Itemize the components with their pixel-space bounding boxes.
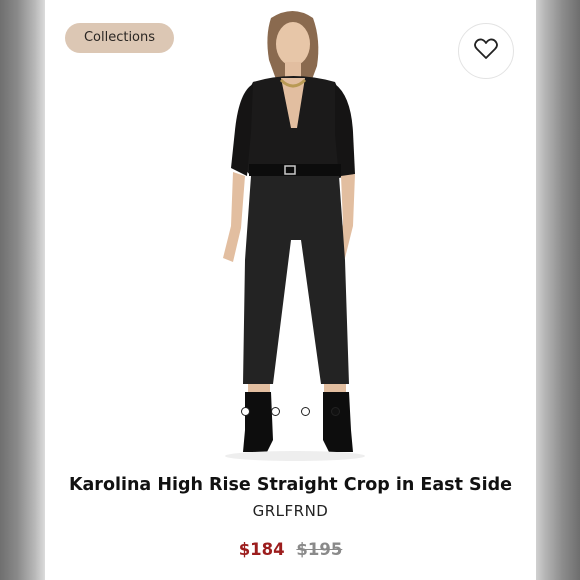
carousel-dot[interactable] — [301, 407, 310, 416]
favorite-button[interactable] — [458, 23, 514, 79]
original-price: $195 — [296, 540, 343, 559]
heart-outline-icon — [474, 38, 498, 64]
carousel-dot[interactable] — [241, 407, 250, 416]
carousel-dot[interactable] — [271, 407, 280, 416]
sale-price: $184 — [238, 540, 285, 559]
product-photo[interactable] — [45, 0, 536, 470]
product-card: Collections Karolina High Rise Straight … — [45, 0, 536, 580]
collections-badge[interactable]: Collections — [65, 23, 174, 53]
carousel-indicators — [45, 407, 536, 416]
product-title: Karolina High Rise Straight Crop in East… — [68, 475, 513, 495]
price-row: $184 $195 — [45, 540, 536, 559]
carousel-dot-active[interactable] — [331, 407, 340, 416]
product-brand[interactable]: GRLFRND — [45, 502, 536, 520]
